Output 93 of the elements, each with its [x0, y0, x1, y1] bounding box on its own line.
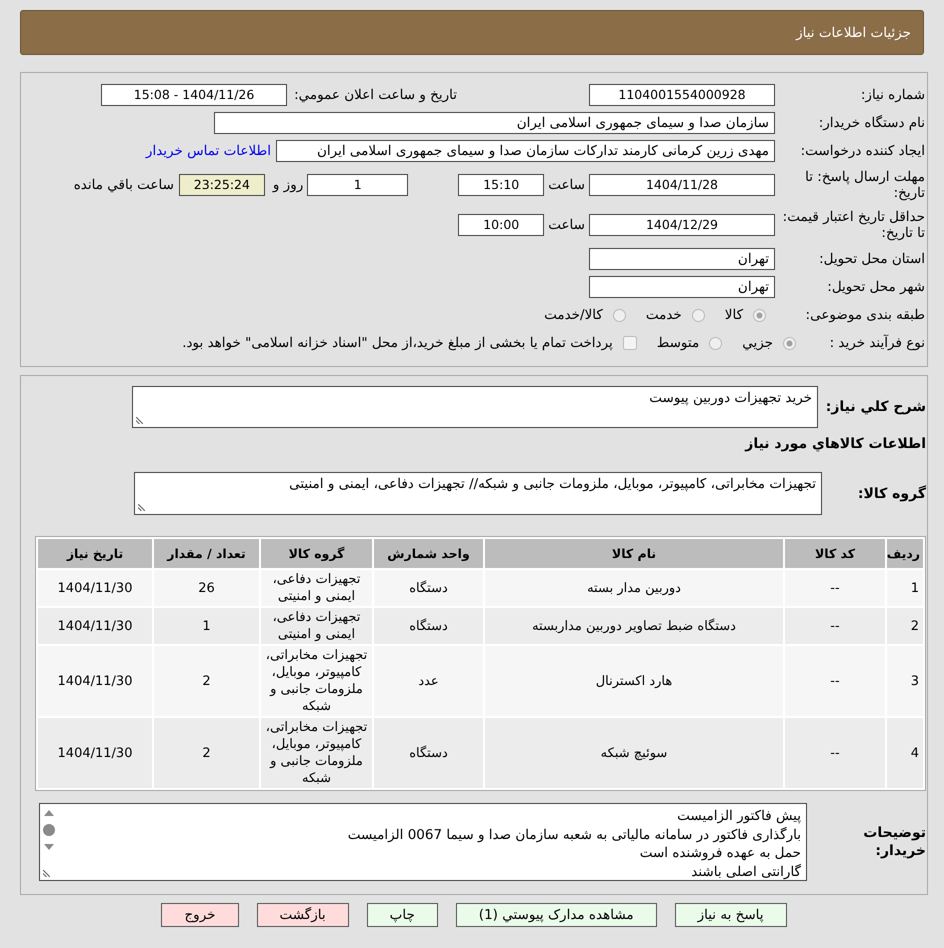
- table-cell: عدد: [374, 646, 483, 716]
- field-label: مهلت ارسال پاسخ: تا تاریخ:: [804, 169, 925, 201]
- resize-grip-icon[interactable]: [138, 504, 145, 511]
- goods-group-field[interactable]: تجهیزات مخابراتی، کامپیوتر، موبایل، ملزومات جانبی و شبکه// تجهیزات دفاعی، ایمنی و امنیتی: [134, 472, 822, 515]
- exit-button[interactable]: خروج: [161, 903, 238, 927]
- table-cell: 1404/11/30: [38, 718, 152, 788]
- table-cell: 2: [154, 718, 259, 788]
- table-cell: --: [785, 608, 885, 644]
- field-label: روز و: [272, 177, 304, 193]
- deadline-date-field[interactable]: 1404/11/28: [589, 174, 775, 196]
- field-label: ایجاد کننده درخواست:: [800, 143, 925, 159]
- table-cell: 1: [887, 570, 923, 606]
- table-cell: دستگاه: [374, 718, 483, 788]
- radio-button[interactable]: [753, 308, 766, 322]
- field-label: استان محل تحویل:: [818, 251, 925, 267]
- field-label: تاريخ و ساعت اعلان عمومي:: [294, 87, 457, 103]
- field-label: حداقل تاریخ اعتبار قیمت: تا تاریخ:: [782, 209, 925, 241]
- resize-grip-icon[interactable]: [43, 870, 50, 877]
- section-label: توضیحات خریدار:: [862, 824, 926, 860]
- option-label: خدمت: [646, 307, 682, 323]
- field-label: ساعت باقي مانده: [74, 177, 174, 193]
- table-cell: دستگاه ضبط تصاویر دوربین مداربسته: [485, 608, 783, 644]
- notes-field[interactable]: پیش فاکتور الزامیست بارگذاری فاکتور در سامانه مالیاتی به شعبه سازمان صدا و سیما 0067 الزامیست حمل به عهده فروشنده است گارانتی اصلی باشند: [39, 803, 807, 881]
- page-title: جزئیات اطلاعات نیاز: [796, 24, 911, 40]
- column-header: ردیف: [887, 539, 923, 568]
- table-cell: --: [785, 570, 885, 606]
- field-label: ساعت: [548, 217, 585, 233]
- table-cell: 26: [154, 570, 259, 606]
- table-cell: دستگاه: [374, 608, 483, 644]
- column-header: گروه کالا: [261, 539, 372, 568]
- table-cell: 1404/11/30: [38, 570, 152, 606]
- field-label: ساعت: [548, 177, 585, 193]
- action-button[interactable]: مشاهده مدارک پیوستي (1): [456, 903, 657, 927]
- scroll-down-icon[interactable]: [44, 844, 54, 850]
- need-number-field[interactable]: 1104001554000928: [589, 84, 775, 106]
- contact-info-link[interactable]: اطلاعات تماس خریدار: [146, 143, 271, 159]
- column-header: تعداد / مقدار: [154, 539, 259, 568]
- action-button[interactable]: پاسخ به نیاز: [674, 903, 787, 927]
- requester-field[interactable]: مهدی زرین کرمانی کارمند تدارکات سازمان صدا و سیمای جمهوری اسلامی ایران: [276, 140, 775, 162]
- table-cell: تجهیزات مخابراتی، کامپیوتر، موبایل، ملزومات جانبی و شبکه: [261, 646, 372, 716]
- column-header: کد کالا: [785, 539, 885, 568]
- checkbox[interactable]: [622, 336, 637, 350]
- column-header: تاريخ نیاز: [38, 539, 152, 568]
- table-cell: --: [785, 646, 885, 716]
- table-cell: دوربین مدار بسته: [485, 570, 783, 606]
- table-cell: 2: [154, 646, 259, 716]
- days-remaining-field[interactable]: 1: [307, 174, 408, 196]
- field-label: نام دستگاه خریدار:: [818, 115, 925, 131]
- city-field[interactable]: تهران: [589, 276, 775, 298]
- table-cell: 1404/11/30: [38, 608, 152, 644]
- table-cell: تجهیزات مخابراتی، کامپیوتر، موبایل، ملزومات جانبی و شبکه: [261, 718, 372, 788]
- section-label: گروه کالا:: [856, 486, 926, 502]
- validity-date-field[interactable]: 1404/12/29: [589, 214, 775, 236]
- field-label: شماره نیاز:: [860, 87, 925, 103]
- option-label: جزيي: [742, 335, 773, 351]
- table-cell: 1404/11/30: [38, 646, 152, 716]
- column-header: واحد شمارش: [374, 539, 483, 568]
- table-cell: هارد اکسترنال: [485, 646, 783, 716]
- deadline-time-field[interactable]: 15:10: [458, 174, 544, 196]
- section-label: شرح کلي نیاز:: [824, 399, 926, 415]
- table-cell: 3: [887, 646, 923, 716]
- radio-button[interactable]: [783, 336, 796, 350]
- radio-button[interactable]: [612, 308, 626, 322]
- action-button[interactable]: چاپ: [366, 903, 438, 927]
- option-label: متوسط: [656, 335, 700, 351]
- exit-button[interactable]: بازگشت: [256, 903, 349, 927]
- table-cell: 1: [154, 608, 259, 644]
- scrollbar-thumb[interactable]: [43, 824, 55, 836]
- table-cell: دستگاه: [374, 570, 483, 606]
- field-label: شهر محل تحویل:: [826, 279, 925, 295]
- option-label: کالا/خدمت: [544, 307, 603, 323]
- radio-button[interactable]: [709, 336, 722, 350]
- field-label: طبقه بندی موضوعی:: [804, 307, 925, 323]
- buyer-org-field[interactable]: سازمان صدا و سیمای جمهوری اسلامی ایران: [214, 112, 775, 134]
- table-cell: --: [785, 718, 885, 788]
- checkbox-label: پرداخت تمام یا بخشی از مبلغ خرید،از محل "اسناد خزانه اسلامی" خواهد بود.: [182, 335, 613, 351]
- option-label: کالا: [724, 307, 743, 323]
- table-cell: سوئیچ شبکه: [485, 718, 783, 788]
- description-field[interactable]: خرید تجهیزات دوربین پیوست: [132, 386, 818, 428]
- field-label: نوع فرآیند خرید :: [828, 335, 925, 351]
- radio-button[interactable]: [692, 308, 705, 322]
- column-header: نام کالا: [485, 539, 783, 568]
- validity-time-field[interactable]: 10:00: [458, 214, 544, 236]
- announcement-date-field[interactable]: 1404/11/26 - 15:08: [101, 84, 288, 106]
- province-field[interactable]: تهران: [589, 248, 775, 270]
- section-heading: اطلاعات کالاهاي مورد نیاز: [745, 436, 926, 452]
- table-cell: 4: [887, 718, 923, 788]
- table-cell: تجهیزات دفاعی، ایمنی و امنیتی: [261, 608, 372, 644]
- scroll-up-icon[interactable]: [44, 810, 54, 816]
- time-remaining-field[interactable]: 23:25:24: [178, 174, 265, 196]
- table-cell: تجهیزات دفاعی، ایمنی و امنیتی: [261, 570, 372, 606]
- resize-grip-icon[interactable]: [136, 417, 143, 424]
- table-cell: 2: [887, 608, 923, 644]
